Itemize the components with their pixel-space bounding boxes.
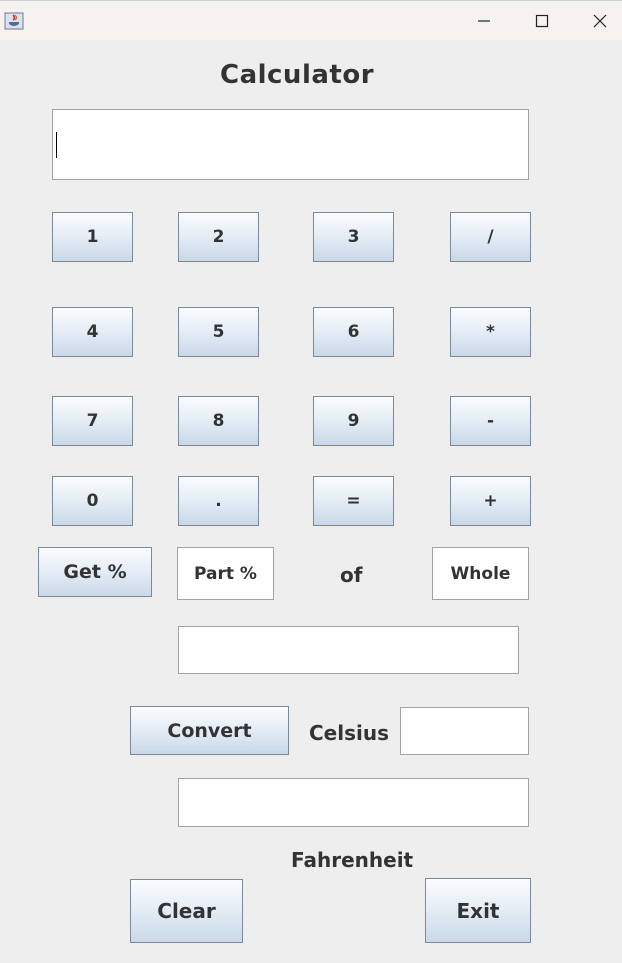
celsius-label: Celsius (309, 721, 389, 745)
key-6[interactable]: 6 (313, 307, 394, 357)
key-multiply[interactable]: * (450, 307, 531, 357)
get-percent-button[interactable]: Get % (38, 547, 152, 597)
minimize-button[interactable] (455, 1, 513, 41)
title-bar (0, 0, 622, 40)
close-icon (593, 14, 607, 28)
key-add[interactable]: + (450, 476, 531, 526)
part-percent-field[interactable]: Part % (177, 547, 274, 600)
text-caret (56, 132, 57, 158)
whole-field[interactable]: Whole (432, 547, 529, 600)
key-5[interactable]: 5 (178, 307, 259, 357)
key-8[interactable]: 8 (178, 396, 259, 446)
fahrenheit-output[interactable] (178, 778, 529, 827)
java-cup-icon[interactable] (4, 11, 24, 31)
maximize-button[interactable] (513, 1, 571, 41)
close-button[interactable] (571, 1, 622, 41)
key-decimal[interactable]: . (178, 476, 259, 526)
fahrenheit-label: Fahrenheit (291, 848, 414, 872)
key-divide[interactable]: / (450, 212, 531, 262)
minimize-icon (478, 20, 490, 22)
maximize-icon (535, 14, 549, 28)
key-4[interactable]: 4 (52, 307, 133, 357)
key-1[interactable]: 1 (52, 212, 133, 262)
clear-button[interactable]: Clear (130, 879, 243, 943)
percent-result-field[interactable] (178, 626, 519, 674)
key-2[interactable]: 2 (178, 212, 259, 262)
key-7[interactable]: 7 (52, 396, 133, 446)
key-equals[interactable]: = (313, 476, 394, 526)
convert-button[interactable]: Convert (130, 706, 289, 755)
page-title: Calculator (219, 60, 375, 90)
key-0[interactable]: 0 (52, 476, 133, 526)
of-label: of (340, 563, 363, 587)
key-subtract[interactable]: - (450, 396, 531, 446)
exit-button[interactable]: Exit (425, 878, 531, 943)
key-9[interactable]: 9 (313, 396, 394, 446)
celsius-input[interactable] (400, 707, 529, 755)
key-3[interactable]: 3 (313, 212, 394, 262)
display-field[interactable] (52, 109, 529, 180)
